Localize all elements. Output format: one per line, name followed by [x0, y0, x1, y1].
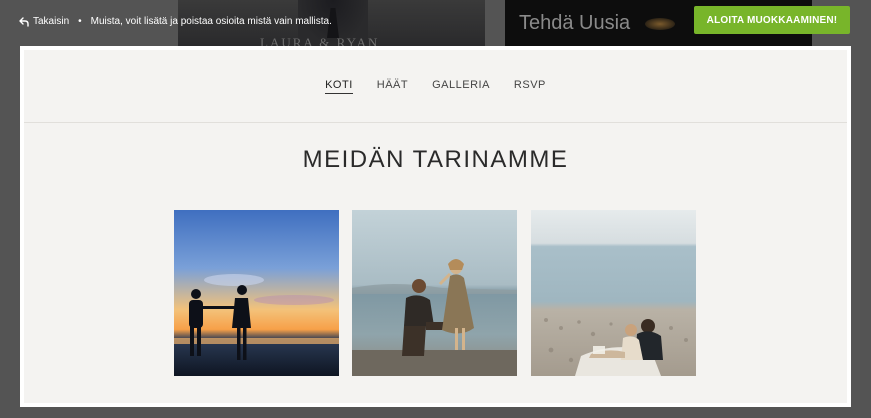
story-photo-proposal: [352, 210, 517, 376]
back-label: Takaisin: [33, 16, 70, 27]
nav-item-rsvp[interactable]: RSVP: [514, 79, 546, 93]
start-editing-button[interactable]: ALOITA MUOKKAAMINEN!: [694, 6, 850, 34]
story-photo-sunset: [174, 210, 339, 376]
separator-dot: •: [78, 16, 82, 27]
story-photo-beach-sitting: [531, 210, 696, 376]
section-title: MEIDÄN TARINAMME: [302, 146, 569, 173]
nav-item-koti[interactable]: KOTI: [325, 79, 353, 94]
back-arrow-icon: [19, 16, 29, 27]
site-nav: KOTI HÄÄT GALLERIA RSVP: [24, 50, 847, 123]
back-button[interactable]: Takaisin • Muista, voit lisätä ja poista…: [19, 16, 332, 27]
notice-text: Muista, voit lisätä ja poistaa osioita m…: [90, 16, 332, 27]
nav-item-haat[interactable]: HÄÄT: [377, 79, 408, 93]
template-preview-frame: KOTI HÄÄT GALLERIA RSVP MEIDÄN TARINAMME: [20, 46, 851, 407]
top-bar: Takaisin • Muista, voit lisätä ja poista…: [0, 0, 871, 46]
nav-item-galleria[interactable]: GALLERIA: [432, 79, 490, 93]
template-page: KOTI HÄÄT GALLERIA RSVP MEIDÄN TARINAMME: [24, 50, 847, 403]
